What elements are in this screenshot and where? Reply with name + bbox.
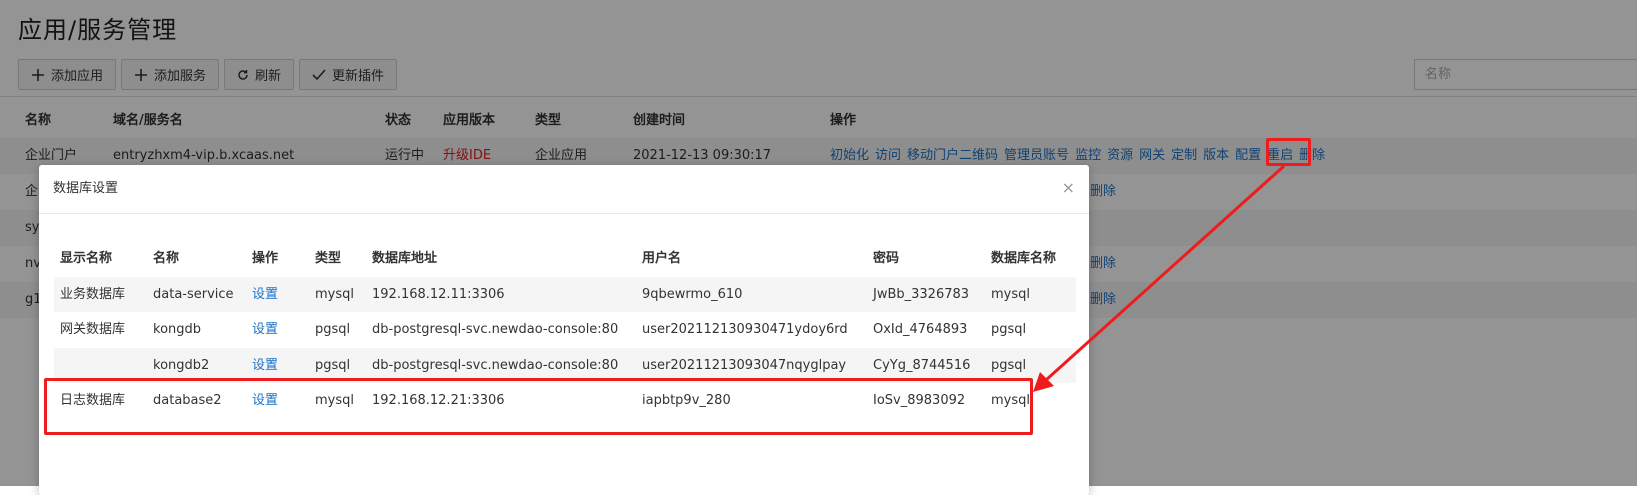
db-database-name: mysql xyxy=(991,286,1030,302)
db-username: 9qbewrmo_610 xyxy=(642,286,743,302)
db-database-name: pgsql xyxy=(991,322,1027,337)
db-address: 192.168.12.11:3306 xyxy=(372,286,505,302)
db-display-name: 网关数据库 xyxy=(60,322,126,337)
database-table-header: 显示名称 名称 操作 类型 数据库地址 用户名 密码 数据库名称 xyxy=(54,241,1076,277)
db-type: mysql xyxy=(315,286,354,302)
header-name: 名称 xyxy=(153,251,180,266)
database-settings-dialog: 数据库设置 × 显示名称 名称 操作 类型 数据库地址 用户名 密码 数据库名称… xyxy=(39,165,1089,495)
db-display-name: 业务数据库 xyxy=(60,286,126,302)
close-icon[interactable]: × xyxy=(1062,179,1075,197)
header-action: 操作 xyxy=(252,251,279,266)
dialog-title: 数据库设置 xyxy=(53,181,119,196)
header-db-name: 数据库名称 xyxy=(991,251,1057,266)
db-address: db-postgresql-svc.newdao-console:80 xyxy=(372,322,619,337)
log-db-highlight-box xyxy=(44,378,1033,435)
db-type: pgsql xyxy=(315,322,351,337)
header-address: 数据库地址 xyxy=(372,251,438,266)
database-row: 网关数据库 kongdb 设置 pgsql db-postgresql-svc.… xyxy=(54,312,1076,348)
header-type: 类型 xyxy=(315,251,342,266)
db-username: user202112130930471ydoy6rd xyxy=(642,322,848,337)
header-password: 密码 xyxy=(873,251,900,266)
db-name: data-service xyxy=(153,286,234,302)
db-password: OxId_4764893 xyxy=(873,322,968,337)
db-password: JwBb_3326783 xyxy=(873,286,970,302)
db-settings-link[interactable]: 设置 xyxy=(252,277,278,313)
dialog-header: 数据库设置 × xyxy=(39,165,1089,214)
header-username: 用户名 xyxy=(642,251,682,266)
db-settings-link[interactable]: 设置 xyxy=(252,312,278,348)
database-row: 业务数据库 data-service 设置 mysql 192.168.12.1… xyxy=(54,276,1076,313)
header-display-name: 显示名称 xyxy=(60,251,113,266)
db-name: kongdb xyxy=(153,322,202,337)
config-highlight-box xyxy=(1266,138,1311,166)
